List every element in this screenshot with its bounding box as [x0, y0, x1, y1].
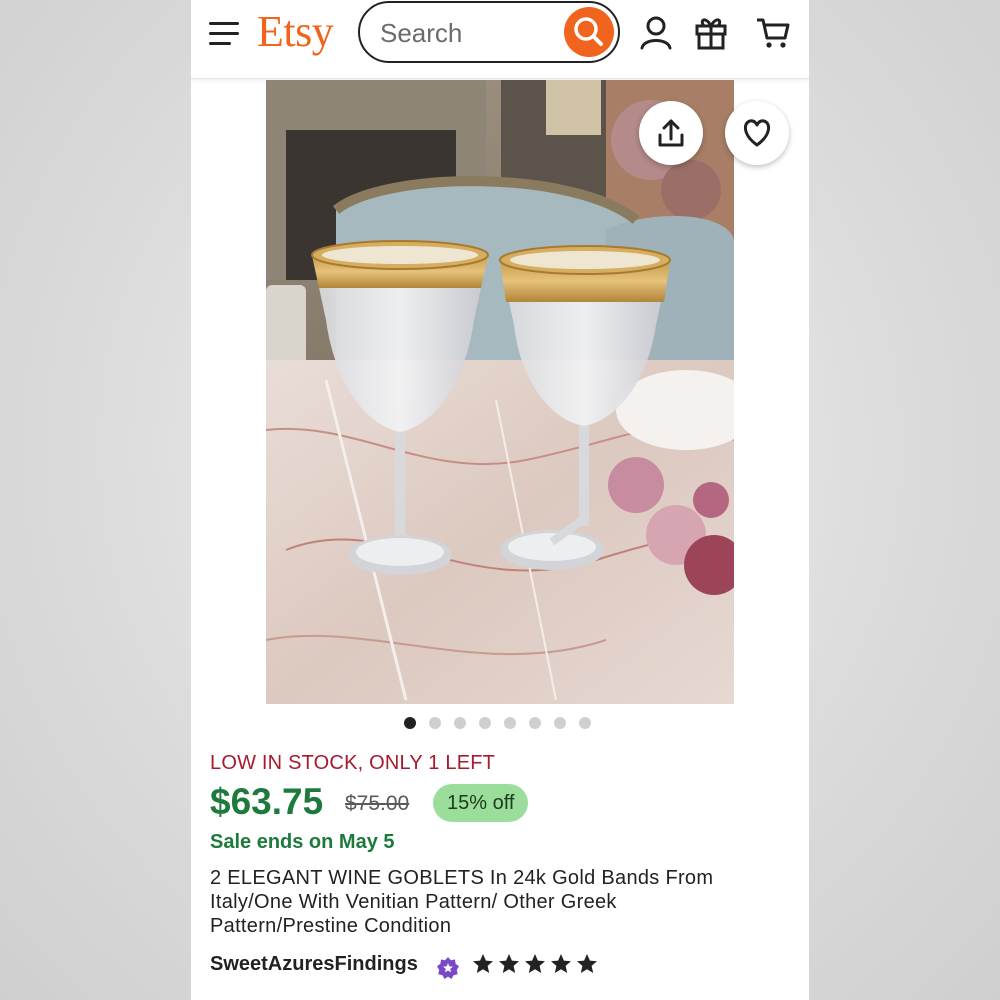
pagination-dot[interactable]: [579, 717, 591, 729]
listing-title: 2 ELEGANT WINE GOBLETS In 24k Gold Bands…: [210, 867, 714, 937]
stock-notice: LOW IN STOCK, ONLY 1 LEFT: [210, 752, 496, 774]
pagination-dot[interactable]: [529, 717, 541, 729]
share-icon: [658, 119, 684, 147]
search-icon: [574, 17, 603, 46]
site-header: Etsy: [191, 0, 809, 79]
star-icon: [473, 954, 493, 973]
sale-end-notice: Sale ends on May 5: [210, 831, 395, 853]
mobile-page: Etsy Search LOW IN STOCK, ONLY 1 LEFT $6…: [191, 0, 809, 1000]
star-seller-badge-icon: [437, 957, 459, 979]
menu-icon[interactable]: [209, 19, 241, 47]
original-price: $75.00: [345, 792, 410, 815]
goblets-photo: [266, 80, 734, 704]
star-icon: [577, 954, 597, 973]
sale-price: $63.75: [210, 781, 324, 822]
pagination-dot[interactable]: [429, 717, 441, 729]
product-image[interactable]: [266, 80, 734, 704]
search-input[interactable]: [378, 15, 552, 51]
search-bar: [358, 1, 620, 63]
shop-name-link[interactable]: SweetAzuresFindings: [210, 953, 418, 976]
cart-icon[interactable]: [756, 14, 790, 50]
pagination-dot[interactable]: [554, 717, 566, 729]
discount-badge: 15% off: [433, 784, 529, 822]
star-icon: [525, 954, 545, 973]
search-button[interactable]: [564, 7, 614, 57]
share-button[interactable]: [639, 101, 703, 165]
pagination-dot[interactable]: [504, 717, 516, 729]
star-icon: [499, 954, 519, 973]
pagination-dot[interactable]: [479, 717, 491, 729]
favorite-button[interactable]: [725, 101, 789, 165]
star-icon: [551, 954, 571, 973]
heart-icon: [743, 119, 771, 147]
pagination-dot[interactable]: [454, 717, 466, 729]
etsy-logo[interactable]: Etsy: [257, 6, 334, 57]
account-icon[interactable]: [639, 14, 673, 50]
pagination-dot[interactable]: [404, 717, 416, 729]
gift-icon[interactable]: [694, 14, 728, 50]
